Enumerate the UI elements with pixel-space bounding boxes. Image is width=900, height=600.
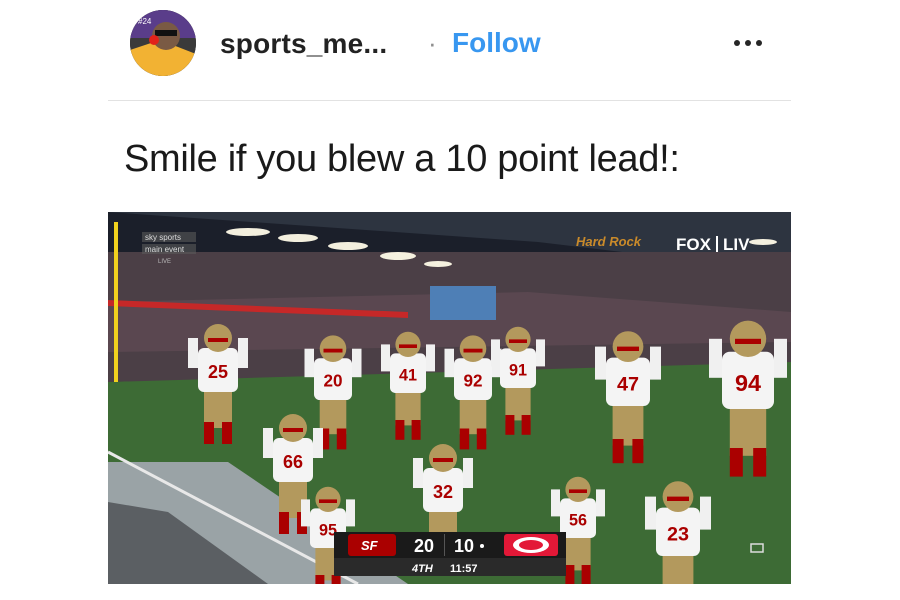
game-clock: 11:57 (450, 563, 478, 575)
svg-text:#24: #24 (138, 17, 152, 26)
jersey-number: 47 (617, 374, 639, 396)
more-dot (734, 40, 740, 46)
home-team-abbr: SF (361, 538, 379, 553)
avatar[interactable]: #24 (130, 10, 196, 76)
event-logo-text: LIV (723, 235, 750, 254)
more-dot (756, 40, 762, 46)
channel-bug-line2: main event (145, 245, 185, 254)
separator-dot: · (428, 28, 437, 58)
video-board (430, 286, 496, 320)
jersey-number: 41 (399, 366, 417, 384)
jersey-number: 25 (208, 362, 228, 382)
channel-bug-line3: LIVE (158, 259, 171, 265)
jersey-number: 56 (569, 511, 587, 529)
username[interactable]: sports_me... (220, 28, 387, 60)
post-image[interactable]: sky sports main event LIVE Hard Rock FOX… (108, 212, 791, 584)
jersey-number: 20 (323, 372, 342, 391)
jersey-number: 32 (433, 482, 453, 502)
home-score: 20 (414, 536, 434, 556)
jersey-number: 23 (667, 524, 689, 546)
jersey-number: 94 (735, 370, 761, 396)
post-caption: Smile if you blew a 10 point lead!: (124, 138, 680, 180)
jersey-number: 91 (509, 361, 527, 379)
more-dot (745, 40, 751, 46)
post-header: #24 sports_me... · Follow (108, 0, 791, 101)
stadium-sign: Hard Rock (576, 234, 642, 249)
jersey-number: 66 (283, 452, 303, 472)
more-options-icon[interactable] (728, 28, 768, 58)
network-logo-text: FOX (676, 235, 712, 254)
scoreboard: SF 20 10 4TH 11:57 (334, 532, 566, 576)
goal-post (114, 222, 118, 382)
channel-bug-line1: sky sports (145, 233, 181, 242)
jersey-number: 92 (463, 372, 482, 391)
away-score: 10 (454, 536, 474, 556)
follow-button[interactable]: Follow (452, 27, 541, 59)
quarter: 4TH (411, 563, 434, 575)
